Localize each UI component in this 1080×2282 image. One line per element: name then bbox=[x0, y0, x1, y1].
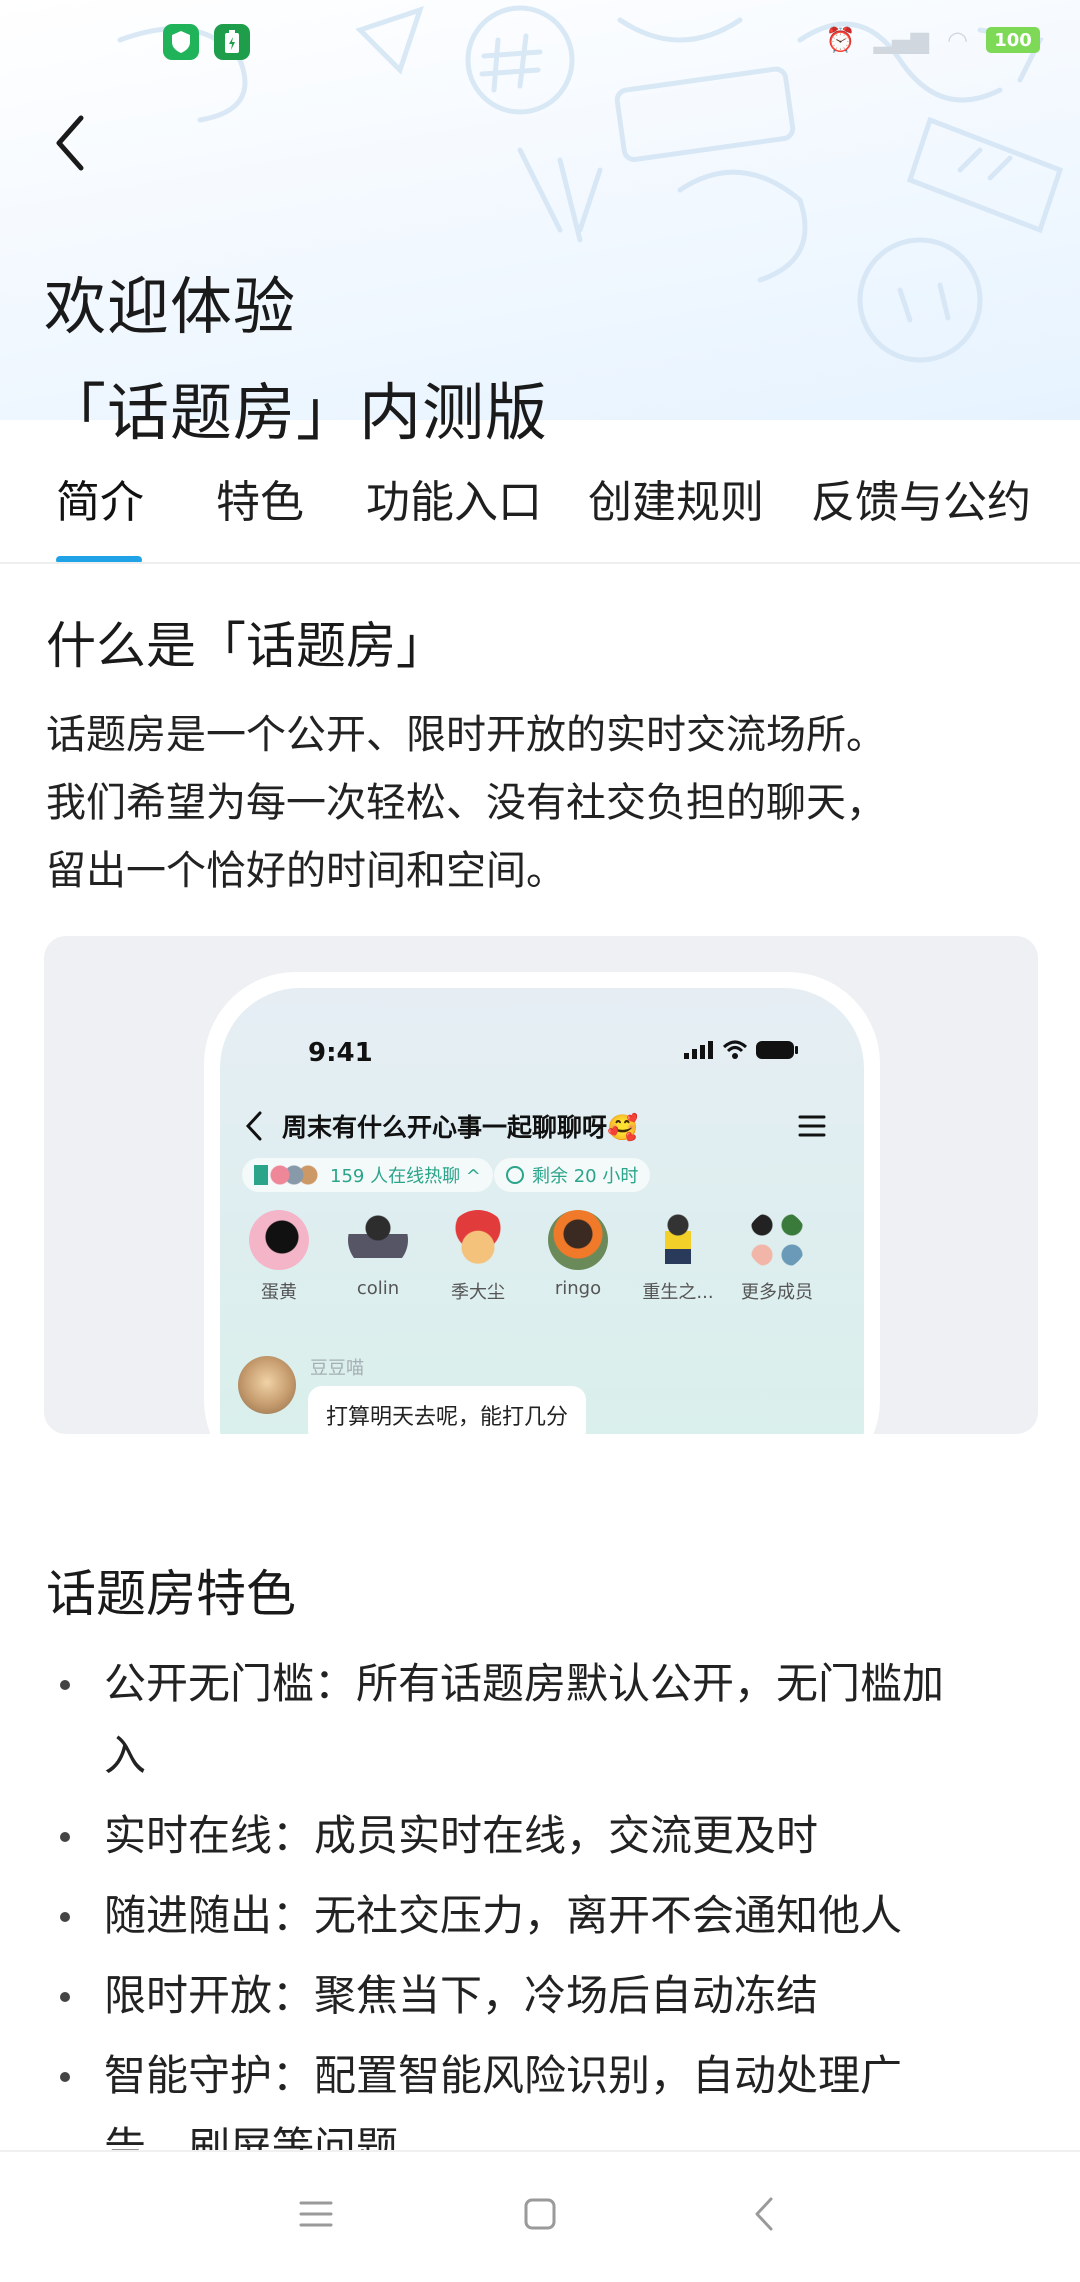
message-sender: 豆豆喵 bbox=[310, 1358, 364, 1379]
chevron-left-icon bbox=[245, 1111, 262, 1141]
preview-image: 9:41 周末有什么开心事一起聊聊呀🥰 159 人在线热聊 ^ 剩余 20 小时… bbox=[44, 936, 1038, 1434]
chevron-left-icon bbox=[56, 115, 84, 171]
tab-intro[interactable]: 简介 bbox=[56, 466, 144, 530]
tab-feedback[interactable]: 反馈与公约 bbox=[811, 466, 1031, 530]
bullet-icon bbox=[60, 2072, 70, 2082]
avatar bbox=[348, 1210, 408, 1270]
battery-icon: 100 bbox=[986, 27, 1040, 53]
room-title: 周末有什么开心事一起聊聊呀🥰 bbox=[282, 1113, 639, 1142]
avatar-grid bbox=[747, 1210, 807, 1270]
member-item: 季大尘 bbox=[433, 1210, 523, 1304]
list-item: 公开无门槛：所有话题房默认公开，无门槛加 入 bbox=[46, 1648, 1036, 1792]
shield-icon bbox=[163, 24, 199, 60]
signal-icon bbox=[684, 1041, 713, 1059]
clock-icon bbox=[506, 1166, 524, 1184]
home-button[interactable] bbox=[510, 2184, 570, 2244]
avatar bbox=[448, 1210, 508, 1270]
phone-mockup: 9:41 周末有什么开心事一起聊聊呀🥰 159 人在线热聊 ^ 剩余 20 小时… bbox=[204, 972, 880, 1434]
bullet-icon bbox=[60, 1832, 70, 1842]
menu-button[interactable] bbox=[286, 2184, 346, 2244]
tab-entry[interactable]: 功能入口 bbox=[366, 466, 542, 530]
tab-bar: 简介 特色 功能入口 创建规则 反馈与公约 bbox=[0, 466, 1080, 566]
status-indicators: ⏰ ▂▄▆ ◠ 100 bbox=[826, 26, 1040, 54]
online-count-pill: 159 人在线热聊 ^ bbox=[242, 1158, 493, 1192]
battery-saver-icon bbox=[214, 24, 250, 60]
member-item: colin bbox=[333, 1210, 423, 1299]
battery-icon bbox=[756, 1041, 798, 1059]
tab-create-rules[interactable]: 创建规则 bbox=[588, 466, 764, 530]
avatar bbox=[548, 1210, 608, 1270]
bullet-icon bbox=[60, 1680, 70, 1690]
home-square-icon bbox=[524, 2198, 556, 2230]
phone-screen: 9:41 周末有什么开心事一起聊聊呀🥰 159 人在线热聊 ^ 剩余 20 小时… bbox=[220, 988, 864, 1434]
intro-line: 留出一个恰好的时间和空间。 bbox=[46, 848, 566, 894]
features-list: 公开无门槛：所有话题房默认公开，无门槛加 入 实时在线：成员实时在线，交流更及时… bbox=[46, 1648, 1036, 2192]
page-title-line1: 欢迎体验 bbox=[44, 270, 297, 343]
avatar bbox=[238, 1356, 296, 1414]
back-arrow-icon bbox=[755, 2197, 773, 2231]
intro-title: 什么是「话题房」 bbox=[46, 617, 446, 675]
page-title-line2: 「话题房」内测版 bbox=[44, 376, 549, 449]
system-nav-bar bbox=[0, 2150, 1080, 2282]
phone-time: 9:41 bbox=[308, 1038, 373, 1068]
avatar-group-icon bbox=[254, 1165, 324, 1185]
avatar bbox=[665, 1210, 691, 1270]
timer-pill: 剩余 20 小时 bbox=[494, 1158, 651, 1192]
status-bar: ⏰ ▂▄▆ ◠ 100 bbox=[0, 0, 1080, 90]
message-bubble: 打算明天去呢，能打几分 bbox=[308, 1386, 587, 1434]
member-item: ringo bbox=[533, 1210, 623, 1299]
bullet-icon bbox=[60, 1912, 70, 1922]
list-item: 限时开放：聚焦当下，冷场后自动冻结 bbox=[46, 1960, 1036, 2032]
member-item: 重生之... bbox=[633, 1210, 723, 1304]
menu-icon bbox=[798, 1115, 826, 1137]
member-item: 蛋黄 bbox=[234, 1210, 324, 1304]
wifi-icon: ◠ bbox=[947, 26, 968, 54]
intro-line: 我们希望为每一次轻松、没有社交负担的聊天， bbox=[46, 780, 886, 826]
bullet-icon bbox=[60, 1992, 70, 2002]
phone-status-icons bbox=[684, 1040, 798, 1060]
intro-line: 话题房是一个公开、限时开放的实时交流场所。 bbox=[46, 712, 886, 758]
back-nav-button[interactable] bbox=[734, 2184, 794, 2244]
menu-icon bbox=[299, 2201, 333, 2227]
list-item: 实时在线：成员实时在线，交流更及时 bbox=[46, 1800, 1036, 1872]
features-title: 话题房特色 bbox=[46, 1565, 296, 1623]
avatar bbox=[249, 1210, 309, 1270]
tab-features[interactable]: 特色 bbox=[216, 466, 304, 530]
alarm-icon: ⏰ bbox=[825, 26, 856, 54]
back-button[interactable] bbox=[40, 108, 100, 178]
list-item: 随进随出：无社交压力，离开不会通知他人 bbox=[46, 1880, 1036, 1952]
wifi-icon bbox=[722, 1040, 748, 1059]
signal-icon: ▂▄▆ bbox=[873, 26, 930, 54]
more-members: 更多成员 bbox=[732, 1210, 822, 1304]
divider bbox=[0, 562, 1080, 564]
